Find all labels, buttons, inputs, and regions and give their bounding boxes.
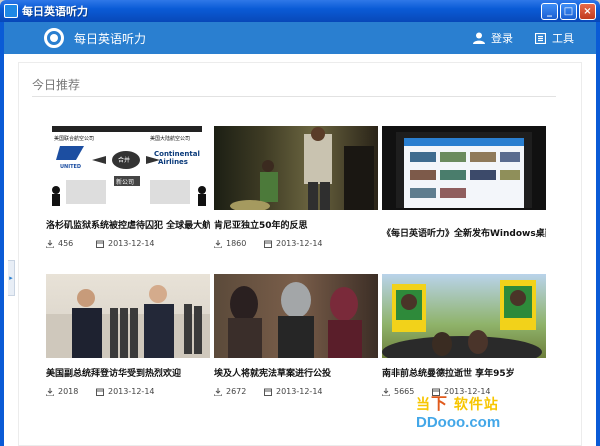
article-title[interactable]: 南非前总统曼德拉逝世 享年95岁: [382, 366, 546, 379]
section-title: 今日推荐: [32, 78, 81, 92]
watermark-brand-right: 软件站: [453, 397, 499, 413]
window-title: 每日英语听力: [22, 5, 88, 18]
article-title[interactable]: 美国副总统拜登访华受到热烈欢迎: [46, 366, 210, 379]
calendar-icon: [264, 388, 272, 396]
article-card[interactable]: 埃及人将就宪法草案进行公投 2672 2013-12-14: [214, 274, 378, 396]
download-icon: [46, 239, 54, 248]
play-count: 2018: [58, 387, 79, 396]
article-card[interactable]: 肯尼亚独立50年的反思 1860 2013-12-14: [214, 126, 378, 248]
tools-label: 工具: [552, 32, 574, 45]
watermark-brand-left: 当: [416, 397, 431, 413]
article-thumbnail[interactable]: 美国联合航空公司 美国大陆航空公司 UNITED 合并 Continental …: [46, 126, 210, 210]
login-label: 登录: [491, 32, 513, 45]
article-meta: 2018 2013-12-14: [46, 387, 210, 396]
article-thumbnail[interactable]: [382, 274, 546, 358]
download-icon: [382, 387, 390, 396]
download-icon: [214, 239, 222, 248]
app-header: 每日英语听力 登录 工具: [4, 22, 596, 54]
window-border-right: [596, 22, 600, 446]
publish-date: 2013-12-14: [108, 239, 155, 248]
play-count: 2672: [226, 387, 247, 396]
close-button[interactable]: ×: [579, 2, 596, 20]
calendar-icon: [96, 240, 104, 248]
thumb-text: 美国联合航空公司: [54, 135, 94, 142]
login-button[interactable]: 登录: [473, 30, 513, 46]
publish-date: 2013-12-14: [276, 239, 323, 248]
play-count: 456: [58, 239, 74, 248]
article-title[interactable]: 《每日英语听力》全新发布Windows桌面版: [382, 226, 546, 239]
minimize-button[interactable]: _: [541, 2, 558, 20]
app-name: 每日英语听力: [74, 31, 147, 46]
main-content: 今日推荐 ▸ 美国联合航空公司 美国大陆航空公司 UNITED 合并 Conti…: [4, 54, 596, 446]
publish-date: 2013-12-14: [276, 387, 323, 396]
thumb-text: Continental: [154, 150, 200, 158]
watermark-url: DDooo.com: [416, 414, 501, 431]
play-count: 1860: [226, 239, 247, 248]
download-icon: [214, 387, 222, 396]
thumb-text: 合并: [118, 156, 130, 164]
article-title[interactable]: 洛杉矶监狱系统被控虐待囚犯 全球最大航空: [46, 218, 210, 231]
calendar-icon: [264, 240, 272, 248]
article-thumbnail[interactable]: [46, 274, 210, 358]
app-logo-icon: [44, 28, 64, 48]
tools-button[interactable]: 工具: [535, 30, 574, 46]
thumb-text: Airlines: [158, 158, 188, 166]
article-thumbnail[interactable]: [382, 126, 546, 210]
article-card[interactable]: 美国副总统拜登访华受到热烈欢迎 2018 2013-12-14: [46, 274, 210, 396]
user-icon: [473, 32, 485, 44]
thumb-text: 美国大陆航空公司: [150, 135, 190, 142]
article-card[interactable]: 美国联合航空公司 美国大陆航空公司 UNITED 合并 Continental …: [46, 126, 210, 248]
article-card[interactable]: 《每日英语听力》全新发布Windows桌面版: [382, 126, 546, 239]
maximize-button[interactable]: □: [560, 2, 577, 20]
download-icon: [46, 387, 54, 396]
article-meta: 2672 2013-12-14: [214, 387, 378, 396]
tools-icon: [535, 32, 546, 44]
thumb-text: 新公司: [116, 178, 134, 186]
article-thumbnail[interactable]: [214, 274, 378, 358]
thumb-text: UNITED: [60, 164, 81, 170]
article-meta: 1860 2013-12-14: [214, 239, 378, 248]
section-divider: [32, 96, 556, 97]
article-card[interactable]: 南非前总统曼德拉逝世 享年95岁 5665 2013-12-14: [382, 274, 546, 396]
article-title[interactable]: 埃及人将就宪法草案进行公投: [214, 366, 378, 379]
window-titlebar[interactable]: 每日英语听力 _ □ ×: [0, 0, 600, 22]
article-meta: 456 2013-12-14: [46, 239, 210, 248]
site-watermark: 当下 软件站 DDooo.com: [416, 390, 586, 438]
sidebar-toggle[interactable]: ▸: [8, 260, 15, 296]
watermark-brand: 当下 软件站: [416, 390, 586, 414]
watermark-brand-mid: 下: [431, 394, 449, 413]
article-title[interactable]: 肯尼亚独立50年的反思: [214, 218, 378, 231]
calendar-icon: [96, 388, 104, 396]
app-icon: [4, 4, 18, 18]
article-thumbnail[interactable]: [214, 126, 378, 210]
publish-date: 2013-12-14: [108, 387, 155, 396]
